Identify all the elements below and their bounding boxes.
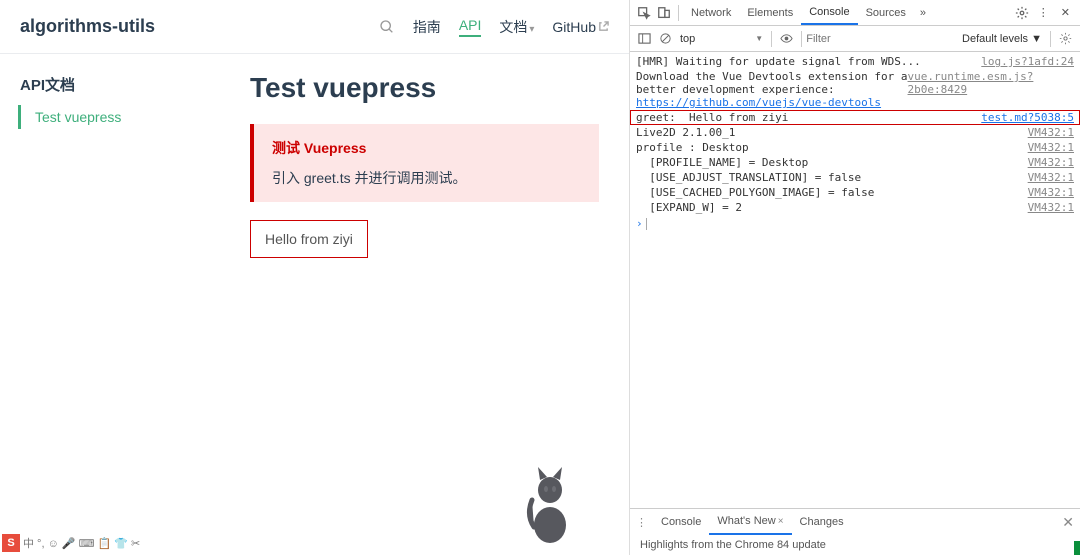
drawer-kebab-icon[interactable]: ⋮: [636, 516, 647, 529]
log-row: [EXPAND_W] = 2VM432:1: [630, 200, 1080, 215]
drawer-tab-whatsnew[interactable]: What's New ×: [709, 509, 791, 535]
site-title[interactable]: algorithms-utils: [20, 16, 379, 37]
log-source[interactable]: VM432:1: [1028, 186, 1074, 199]
devtools-panel: Network Elements Console Sources » ⋮ ✕ t…: [630, 0, 1080, 555]
drawer-tab-changes[interactable]: Changes: [792, 516, 852, 528]
eye-icon[interactable]: [780, 32, 793, 45]
close-devtools[interactable]: ✕: [1055, 6, 1076, 19]
nav-item-docs[interactable]: 文档▾: [499, 17, 534, 37]
greet-output: Hello from ziyi: [250, 220, 368, 258]
log-row: [HMR] Waiting for update signal from WDS…: [630, 54, 1080, 69]
ime-badge[interactable]: S: [2, 534, 20, 552]
log-row: [USE_CACHED_POLYGON_IMAGE] = falseVM432:…: [630, 185, 1080, 200]
devtools-drawer: ⋮ Console What's New × Changes ✕ Highlig…: [630, 508, 1080, 555]
log-source[interactable]: vue.runtime.esm.js?2b0e:8429: [908, 70, 1074, 109]
gear-icon[interactable]: [1015, 6, 1029, 20]
tab-network[interactable]: Network: [683, 0, 739, 25]
devtools-tabs: Network Elements Console Sources » ⋮ ✕: [630, 0, 1080, 26]
tip-title: 测试 Vuepress: [272, 138, 581, 158]
drawer-tab-console[interactable]: Console: [653, 516, 709, 528]
close-drawer-icon[interactable]: ✕: [1062, 514, 1074, 531]
log-source[interactable]: VM432:1: [1028, 171, 1074, 184]
log-source[interactable]: VM432:1: [1028, 201, 1074, 214]
inspect-icon[interactable]: [637, 6, 651, 20]
device-icon[interactable]: [657, 6, 671, 20]
live2d-cat: [520, 455, 580, 545]
tab-sources[interactable]: Sources: [858, 0, 914, 25]
console-output[interactable]: [HMR] Waiting for update signal from WDS…: [630, 52, 1080, 508]
tab-elements[interactable]: Elements: [739, 0, 801, 25]
kebab-icon[interactable]: ⋮: [1032, 6, 1055, 19]
tab-console[interactable]: Console: [801, 0, 857, 25]
tip-body: 引入 greet.ts 并进行调用测试。: [272, 168, 581, 188]
console-toolbar: top▼ Default levels ▼: [630, 26, 1080, 52]
log-link[interactable]: https://github.com/vuejs/vue-devtools: [636, 96, 881, 109]
log-row: profile : DesktopVM432:1: [630, 140, 1080, 155]
filter-input[interactable]: [806, 33, 896, 45]
ime-icons[interactable]: 中 °, ☺ 🎤 ⌨ 📋 👕 ✂: [23, 535, 140, 551]
log-row: [PROFILE_NAME] = DesktopVM432:1: [630, 155, 1080, 170]
log-row: [USE_ADJUST_TRANSLATION] = falseVM432:1: [630, 170, 1080, 185]
close-tab-icon[interactable]: ×: [778, 516, 784, 527]
search-icon[interactable]: [379, 19, 395, 35]
log-source[interactable]: test.md?5038:5: [981, 111, 1074, 124]
chevron-down-icon: ▾: [529, 24, 534, 35]
console-prompt[interactable]: ›: [630, 215, 1080, 232]
sidebar-toggle-icon[interactable]: [638, 32, 651, 45]
nav-item-api[interactable]: API: [459, 17, 482, 37]
external-link-icon: [598, 21, 609, 32]
sidebar-item-test-vuepress[interactable]: Test vuepress: [18, 105, 220, 129]
settings-gear-icon[interactable]: [1059, 32, 1072, 45]
log-source[interactable]: VM432:1: [1028, 141, 1074, 154]
tip-box: 测试 Vuepress 引入 greet.ts 并进行调用测试。: [250, 124, 599, 202]
nav-item-guide[interactable]: 指南: [413, 17, 441, 37]
context-selector[interactable]: top▼: [680, 33, 763, 45]
log-row: Live2D 2.1.00_1VM432:1: [630, 125, 1080, 140]
log-row-highlighted: greet: Hello from ziyitest.md?5038:5: [630, 110, 1080, 125]
log-source[interactable]: VM432:1: [1028, 126, 1074, 139]
log-levels-selector[interactable]: Default levels ▼: [962, 33, 1042, 45]
ime-toolbar[interactable]: S 中 °, ☺ 🎤 ⌨ 📋 👕 ✂: [2, 533, 140, 553]
sidebar-heading: API文档: [20, 74, 220, 95]
sidebar: API文档 Test vuepress: [0, 54, 220, 555]
nav-item-github[interactable]: GitHub: [552, 19, 609, 35]
log-row: Download the Vue Devtools extension for …: [630, 69, 1080, 110]
top-nav: algorithms-utils 指南 API 文档▾ GitHub: [0, 0, 629, 54]
tabs-overflow[interactable]: »: [914, 7, 932, 19]
drawer-body: Highlights from the Chrome 84 update: [630, 535, 1080, 555]
corner-indicator: [1074, 541, 1080, 555]
log-source[interactable]: log.js?1afd:24: [981, 55, 1074, 68]
clear-console-icon[interactable]: [659, 32, 672, 45]
log-source[interactable]: VM432:1: [1028, 156, 1074, 169]
page-title: Test vuepress: [250, 72, 599, 104]
